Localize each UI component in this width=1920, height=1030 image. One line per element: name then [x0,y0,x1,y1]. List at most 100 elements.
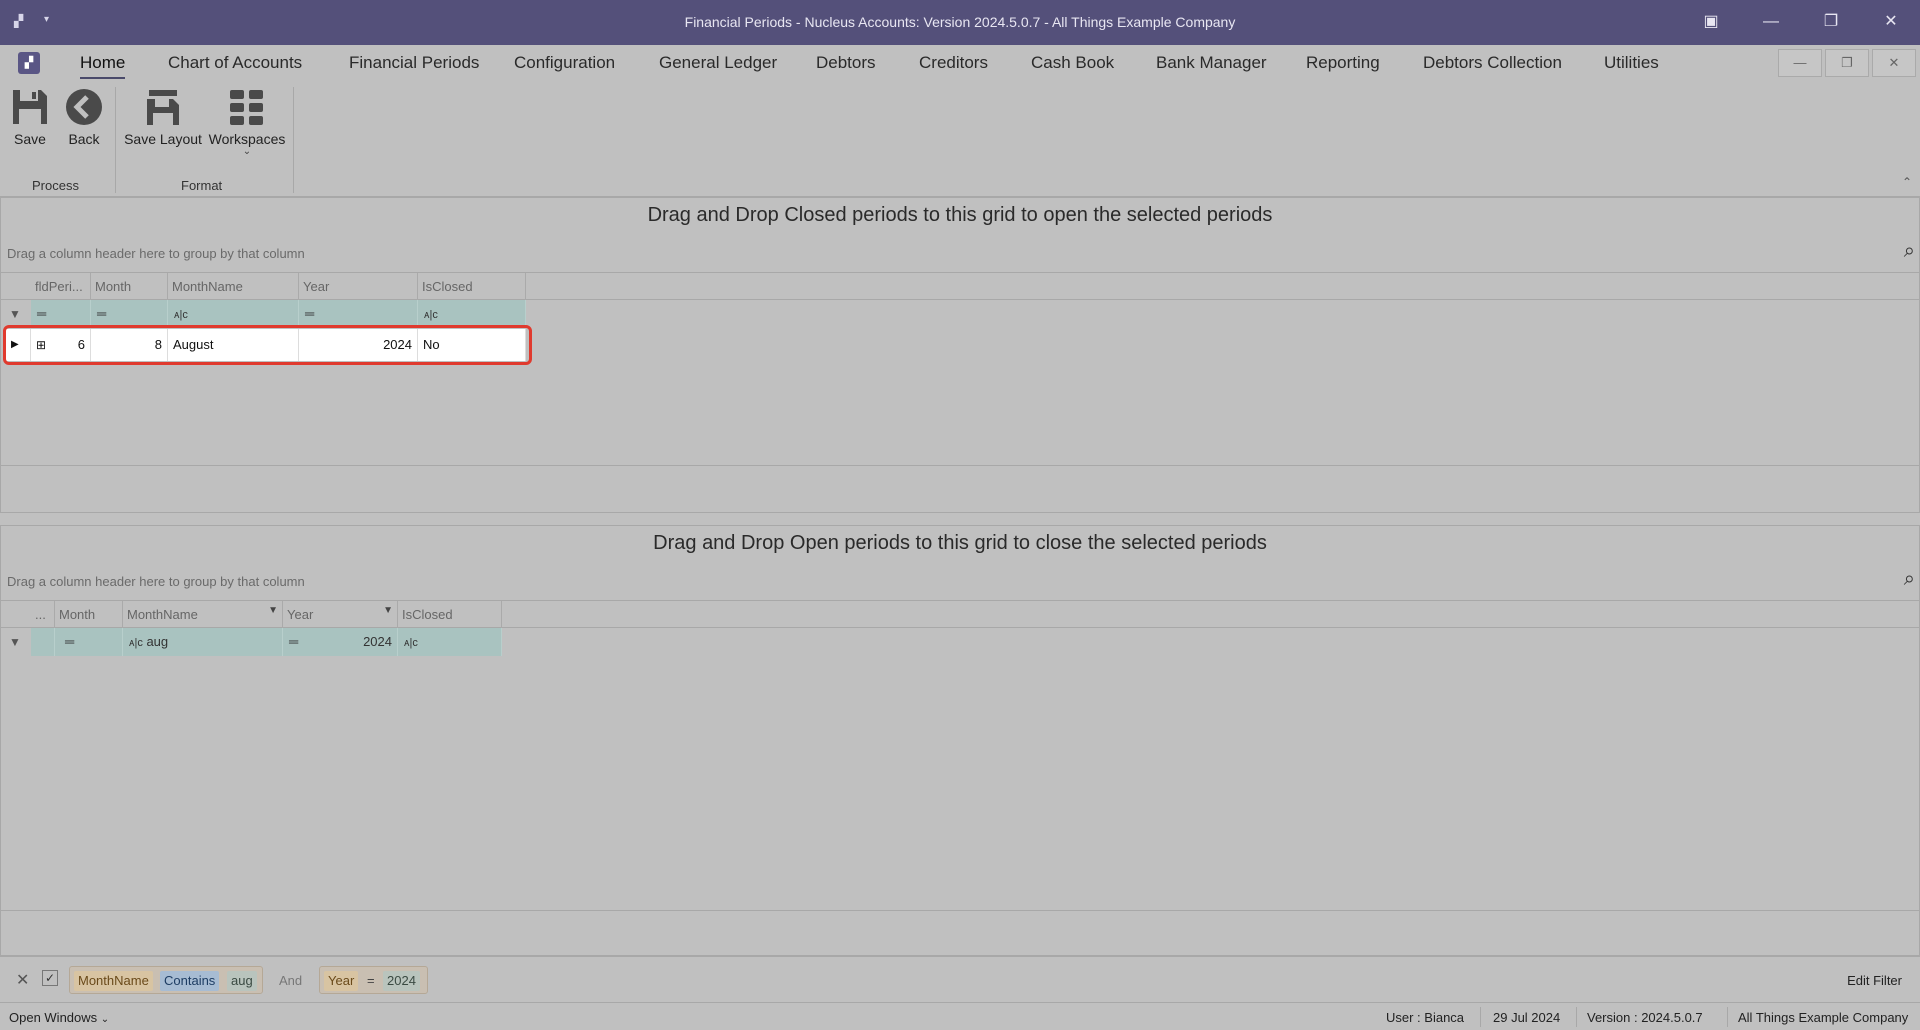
filter-value-token[interactable]: aug [227,971,257,991]
minimize-button[interactable]: — [1756,10,1786,34]
filter-condition-year[interactable]: Year = 2024 [319,966,428,994]
status-date: 29 Jul 2024 [1493,1010,1561,1025]
save-layout-button[interactable]: Save Layout [122,87,204,147]
ribbon-tabs: ▞ Home Chart of Accounts Financial Perio… [0,45,1920,83]
mdi-close-button[interactable]: ✕ [1872,49,1916,77]
tab-debtors-collection[interactable]: Debtors Collection [1423,53,1562,73]
status-company: All Things Example Company [1738,1010,1909,1025]
grid-footer-line [1,465,1919,466]
status-separator [1480,1007,1481,1027]
text-filter-icon: ᴀ|ᴄ [129,637,143,649]
col-header-month[interactable]: Month [91,273,168,300]
ribbon-separator [115,87,116,193]
back-label: Back [68,131,100,147]
save-icon [13,90,47,124]
text-filter-icon: ᴀ|ᴄ [404,637,418,649]
tab-debtors[interactable]: Debtors [816,53,876,73]
status-separator [1576,1007,1577,1027]
tab-utilities[interactable]: Utilities [1604,53,1659,73]
mdi-restore-button[interactable]: ❐ [1825,49,1869,77]
chevron-down-icon: ⌄ [100,1014,110,1025]
status-version: Version : 2024.5.0.7 [1587,1010,1703,1025]
collapse-ribbon-icon[interactable]: ⌃ [1902,175,1912,189]
clear-filter-icon[interactable]: ✕ [16,970,29,990]
column-filter-icon[interactable]: ▼ [383,601,393,624]
open-panel-caption: Drag and Drop Open periods to this grid … [653,532,1267,554]
status-separator [1727,1007,1728,1027]
save-label: Save [14,131,46,147]
close-button[interactable]: ✕ [1876,10,1906,34]
save-button[interactable]: Save [10,87,50,147]
restore-button[interactable]: ❐ [1816,10,1846,34]
search-icon[interactable]: ⌕ [1904,568,1915,591]
open-periods-panel: Drag and Drop Open periods to this grid … [0,525,1920,956]
filter-operator-token[interactable]: = [367,971,375,991]
tab-financial-periods[interactable]: Financial Periods [349,53,479,73]
filter-value-token[interactable]: 2024 [383,971,420,991]
filter-operator-token[interactable]: Contains [160,971,220,991]
status-user: User : Bianca [1386,1010,1465,1025]
col-header-monthname[interactable]: MonthName [168,273,299,300]
open-windows-menu[interactable]: Open Windows ⌄ [9,1010,109,1025]
workspaces-grid-icon [230,90,263,125]
group-by-hint[interactable]: Drag a column header here to group by th… [7,246,305,261]
filter-cell-monthname[interactable]: ᴀ|ᴄ aug [123,628,283,656]
enable-filter-checkbox[interactable]: ✓ [42,970,58,986]
filter-cell-isclosed[interactable]: ᴀ|ᴄ [418,300,526,328]
back-icon [66,89,102,125]
tab-configuration[interactable]: Configuration [514,53,615,73]
col-header-monthname[interactable]: MonthName ▼ [123,601,283,628]
window-title: Financial Periods - Nucleus Accounts: Ve… [684,14,1236,30]
filter-cell-month[interactable]: ═ [55,628,123,656]
filter-cell-isclosed[interactable]: ᴀ|ᴄ [398,628,502,656]
status-bar: Open Windows ⌄ User : Bianca 29 Jul 2024… [0,1002,1920,1030]
group-by-hint[interactable]: Drag a column header here to group by th… [7,574,305,589]
filter-cell-month[interactable]: ═ [91,300,168,328]
tab-bank-manager[interactable]: Bank Manager [1156,53,1267,73]
filter-condition-monthname[interactable]: MonthName Contains aug [69,966,263,994]
back-button[interactable]: Back [64,87,104,147]
closed-panel-caption: Drag and Drop Closed periods to this gri… [647,204,1273,226]
app-menu-icon[interactable]: ▞ [18,52,40,74]
ribbon-separator [293,87,294,193]
filter-field-token[interactable]: MonthName [74,971,153,991]
grid-header-row: ... Month MonthName ▼ Year ▼ IsClosed [1,600,1920,628]
col-header-isclosed[interactable]: IsClosed [398,601,502,628]
tab-creditors[interactable]: Creditors [919,53,988,73]
process-group-label: Process [32,178,79,193]
workspaces-button[interactable]: Workspaces ⌄ [208,87,286,157]
save-layout-icon [147,90,179,125]
filter-and-label[interactable]: And [279,973,302,988]
col-header-more[interactable]: ... [31,601,55,628]
filter-panel: ✕ ✓ MonthName Contains aug And Year = 20… [0,956,1920,1002]
filter-cell-fldperiod[interactable]: ═ [31,300,91,328]
mdi-minimize-button[interactable]: — [1778,49,1822,77]
tab-chart-of-accounts[interactable]: Chart of Accounts [168,53,302,73]
save-layout-label: Save Layout [124,131,202,147]
ribbon-display-options-icon[interactable]: ▣ [1696,10,1726,34]
tab-general-ledger[interactable]: General Ledger [659,53,777,73]
tab-home[interactable]: Home [80,53,126,79]
col-header-isclosed[interactable]: IsClosed [418,273,526,300]
filter-icon: ▼ [9,307,21,321]
col-header-year[interactable]: Year ▼ [283,601,398,628]
grid-header-row: fldPeri... Month MonthName Year IsClosed [1,272,1920,300]
search-icon[interactable]: ⌕ [1904,240,1915,263]
workspaces-label: Workspaces [208,131,286,147]
col-header-year[interactable]: Year [299,273,418,300]
text-filter-icon: ᴀ|ᴄ [424,309,438,321]
col-header-month[interactable]: Month [55,601,123,628]
filter-field-token[interactable]: Year [324,971,359,991]
col-header-fldperiod[interactable]: fldPeri... [31,273,91,300]
column-filter-icon[interactable]: ▼ [268,601,278,624]
highlight-annotation [3,325,532,365]
grid-footer-line [1,910,1919,911]
edit-filter-link[interactable]: Edit Filter [1847,973,1902,988]
filter-cell-year[interactable]: ═ [299,300,418,328]
filter-cell-year[interactable]: ═ 2024 [283,628,398,656]
text-filter-icon: ᴀ|ᴄ [174,309,188,321]
tab-cash-book[interactable]: Cash Book [1031,53,1114,73]
tab-reporting[interactable]: Reporting [1306,53,1380,73]
filter-cell-more[interactable] [31,628,55,656]
filter-cell-monthname[interactable]: ᴀ|ᴄ [168,300,299,328]
